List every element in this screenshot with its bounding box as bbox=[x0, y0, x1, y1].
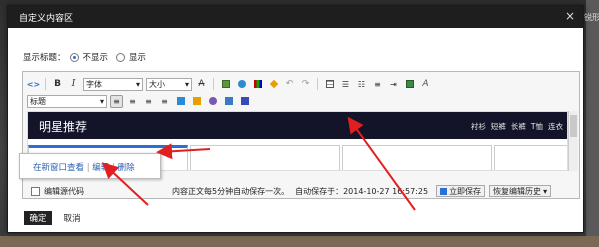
fill-color-icon[interactable] bbox=[267, 78, 280, 91]
bullet-list-icon[interactable]: ☰ bbox=[339, 78, 352, 91]
chevron-down-icon: ▾ bbox=[543, 186, 548, 196]
align-center-icon[interactable]: ≡ bbox=[126, 95, 139, 108]
banner-nav-item: T恤 bbox=[530, 122, 543, 131]
save-now-button[interactable]: 立即保存 bbox=[436, 185, 486, 197]
content-cell bbox=[190, 145, 340, 170]
restore-history-label: 恢复编辑历史 bbox=[493, 186, 542, 196]
delete-link[interactable]: 删除 bbox=[118, 163, 135, 173]
rich-text-editor: <> B I 字体 ▾ 大小 ▾ A ↶ ↷ ☰ ☷ ≡ ⇥ A 标题 ▾ ≡ … bbox=[22, 71, 580, 199]
banner-nav: 衬衫 短裤 长裤 T恤 连衣 bbox=[471, 121, 563, 132]
insert-row-icon[interactable] bbox=[174, 95, 187, 108]
source-code-icon[interactable]: <> bbox=[27, 78, 40, 91]
font-family-select[interactable]: 字体 ▾ bbox=[83, 77, 143, 91]
insert-table-icon[interactable] bbox=[323, 78, 336, 91]
toolbar-row-1: <> B I 字体 ▾ 大小 ▾ A ↶ ↷ ☰ ☷ ≡ ⇥ A bbox=[23, 76, 579, 92]
chevron-down-icon: ▾ bbox=[99, 96, 104, 106]
toolbar-row-2: 标题 ▾ ≡ ≡ ≡ ≡ bbox=[23, 93, 579, 109]
scrollbar-thumb[interactable] bbox=[570, 115, 577, 137]
edit-source-checkbox[interactable] bbox=[31, 186, 40, 196]
confirm-button[interactable]: 确定 bbox=[24, 211, 52, 225]
show-title-label: 显示标题： bbox=[23, 53, 66, 63]
indent-icon[interactable]: ⇥ bbox=[387, 78, 400, 91]
insert-flash-icon[interactable] bbox=[235, 78, 248, 91]
insert-anchor-icon[interactable] bbox=[222, 95, 235, 108]
numbered-list-icon[interactable]: ☷ bbox=[355, 78, 368, 91]
banner-nav-item: 连衣 bbox=[548, 122, 563, 131]
align-right-icon[interactable]: ≡ bbox=[142, 95, 155, 108]
cancel-button[interactable]: 取消 bbox=[61, 211, 83, 225]
bold-button[interactable]: B bbox=[51, 78, 64, 91]
font-size-value: 大小 bbox=[149, 79, 165, 89]
backdrop-right-strip bbox=[586, 0, 599, 247]
chevron-down-icon: ▾ bbox=[135, 79, 140, 89]
font-family-value: 字体 bbox=[86, 79, 102, 89]
radio-show-title-label[interactable]: 显示 bbox=[129, 51, 146, 63]
banner-nav-item: 长裤 bbox=[510, 122, 526, 131]
italic-button[interactable]: I bbox=[67, 78, 80, 91]
editor-scrollbar[interactable] bbox=[568, 111, 578, 171]
autosave-note: 内容正文每5分钟自动保存一次。 bbox=[172, 186, 290, 196]
save-now-label: 立即保存 bbox=[449, 186, 482, 196]
link-context-popup: 在新窗口查看 | 编辑 | 删除 bbox=[19, 153, 161, 179]
autosave-time: 自动保存于：2014-10-27 16:57:25 bbox=[295, 186, 429, 196]
toolbar-separator bbox=[213, 78, 214, 90]
show-title-row: 显示标题： 不显示 显示 bbox=[23, 51, 146, 63]
popup-links: 在新窗口查看 | 编辑 | 删除 bbox=[33, 161, 135, 173]
format-painter-icon[interactable]: A bbox=[419, 78, 432, 91]
font-size-select[interactable]: 大小 ▾ bbox=[146, 77, 192, 91]
justify-icon[interactable]: ≡ bbox=[158, 95, 171, 108]
insert-media-icon[interactable] bbox=[403, 78, 416, 91]
custom-content-dialog: 自定义内容区 × 显示标题： 不显示 显示 <> B I 字体 ▾ 大小 ▾ A bbox=[7, 5, 584, 233]
close-icon[interactable]: × bbox=[563, 9, 577, 23]
insert-image-icon[interactable] bbox=[219, 78, 232, 91]
content-cell bbox=[494, 145, 567, 170]
dialog-title: 自定义内容区 bbox=[19, 14, 74, 24]
radio-hide-title-label[interactable]: 不显示 bbox=[83, 51, 109, 63]
chevron-down-icon: ▾ bbox=[184, 79, 189, 89]
align-left-icon[interactable]: ≡ bbox=[110, 94, 123, 108]
banner-title: 明星推荐 bbox=[39, 120, 88, 134]
text-color-icon[interactable] bbox=[251, 78, 264, 91]
redo-button[interactable]: ↷ bbox=[299, 78, 312, 91]
strikethrough-button[interactable]: A bbox=[195, 78, 208, 91]
insert-emoticon-icon[interactable] bbox=[190, 95, 203, 108]
insert-link-icon[interactable] bbox=[206, 95, 219, 108]
editor-statusbar: 编辑源代码 内容正文每5分钟自动保存一次。 自动保存于：2014-10-27 1… bbox=[23, 184, 579, 198]
radio-hide-title[interactable] bbox=[69, 52, 79, 62]
radio-show-title[interactable] bbox=[116, 52, 126, 62]
edit-source-label[interactable]: 编辑源代码 bbox=[44, 186, 84, 197]
banner-nav-item: 短裤 bbox=[490, 122, 506, 131]
edit-link[interactable]: 编辑 bbox=[92, 163, 109, 173]
open-new-window-link[interactable]: 在新窗口查看 bbox=[33, 163, 84, 173]
content-banner: 明星推荐 衬衫 短裤 长裤 T恤 连衣 bbox=[28, 112, 567, 139]
special-char-icon[interactable] bbox=[238, 95, 251, 108]
line-height-icon[interactable]: ≡ bbox=[371, 78, 384, 91]
paragraph-format-select[interactable]: 标题 ▾ bbox=[27, 94, 107, 108]
restore-history-button[interactable]: 恢复编辑历史 ▾ bbox=[489, 185, 552, 197]
popup-divider: | bbox=[86, 163, 90, 173]
content-cell bbox=[342, 145, 492, 170]
toolbar-separator bbox=[317, 78, 318, 90]
banner-nav-item: 衬衫 bbox=[470, 122, 486, 131]
disk-icon bbox=[440, 187, 448, 195]
paragraph-format-value: 标题 bbox=[30, 96, 46, 106]
undo-button[interactable]: ↶ bbox=[283, 78, 296, 91]
backdrop-cut-text: 锐形 bbox=[584, 13, 599, 22]
toolbar-separator bbox=[45, 78, 46, 90]
backdrop-bottom-strip bbox=[0, 236, 599, 247]
popup-divider: | bbox=[112, 163, 115, 173]
dialog-titlebar: 自定义内容区 × bbox=[8, 6, 583, 28]
